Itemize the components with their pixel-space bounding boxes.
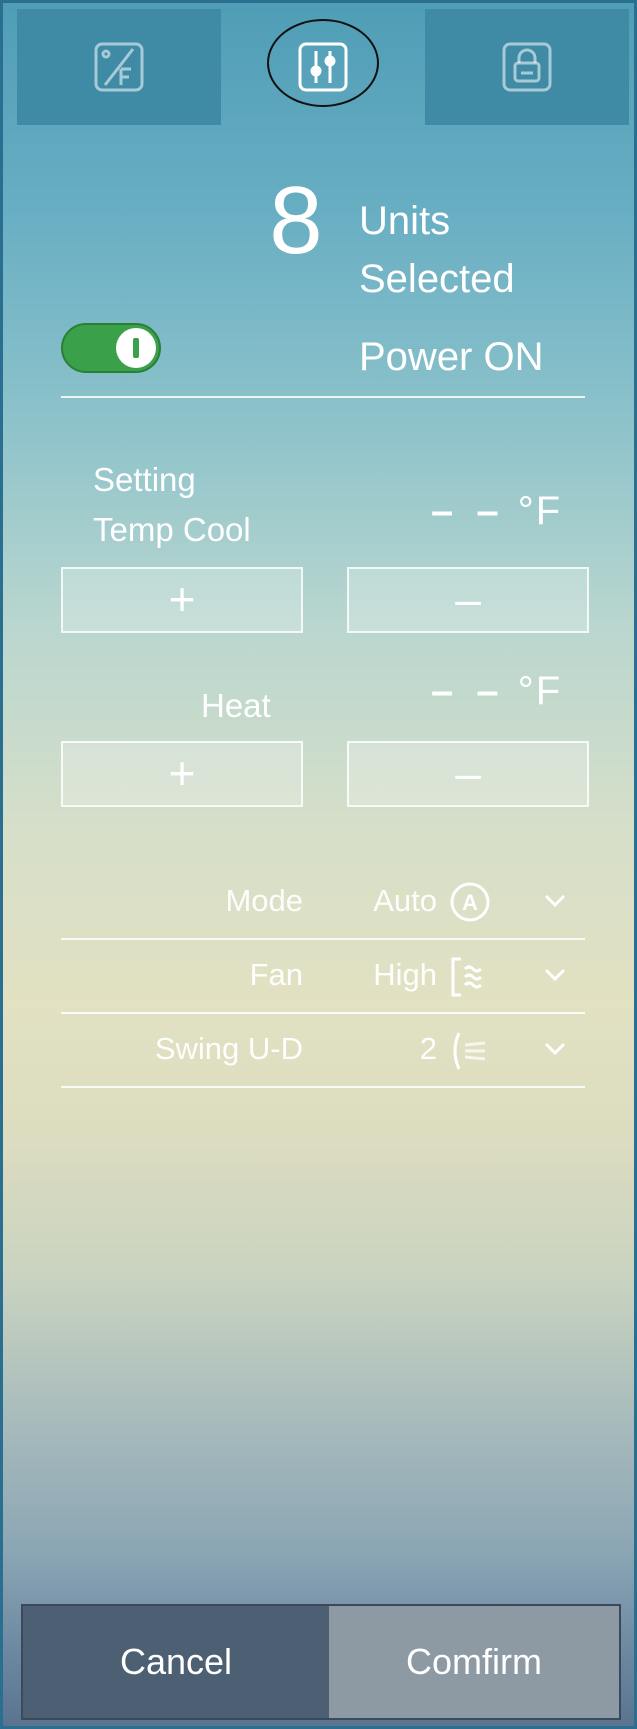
heat-temp-value: – – °F — [431, 669, 563, 713]
footer-actions: Cancel Comfirm — [21, 1604, 621, 1720]
swing-label: Swing U-D — [154, 1031, 303, 1066]
toggle-knob — [116, 328, 156, 368]
swing-value[interactable]: 2 — [347, 1031, 437, 1067]
heat-decrease-button[interactable]: – — [347, 741, 589, 807]
units-label: Units — [359, 199, 451, 243]
temp-cool-label: Temp Cool — [93, 511, 251, 548]
swing-icon — [449, 1029, 493, 1078]
units-count: 8 — [269, 167, 323, 274]
confirm-button[interactable]: Comfirm — [329, 1606, 619, 1718]
tab-settings[interactable] — [221, 9, 425, 125]
mode-chevron-down-icon[interactable] — [543, 891, 567, 916]
cancel-button[interactable]: Cancel — [23, 1606, 329, 1718]
heat-label: Heat — [201, 687, 271, 724]
cool-decrease-button[interactable]: – — [347, 567, 589, 633]
header-divider — [61, 396, 585, 398]
cool-temp-value: – – °F — [431, 489, 563, 533]
fan-label: Fan — [249, 957, 303, 992]
highlight-ring — [267, 19, 379, 107]
setting-label: Setting — [93, 461, 196, 498]
power-toggle[interactable] — [61, 323, 161, 373]
mode-label: Mode — [225, 883, 303, 918]
swing-divider — [61, 1086, 585, 1088]
auto-mode-icon: A — [449, 881, 491, 928]
mode-divider — [61, 938, 585, 940]
cool-increase-button[interactable]: + — [61, 567, 303, 633]
unit-control-panel: 8 Units Selected Power ON Setting Temp C… — [0, 0, 637, 1729]
swing-chevron-down-icon[interactable] — [543, 1039, 567, 1064]
fan-divider — [61, 1012, 585, 1014]
svg-text:A: A — [462, 890, 478, 915]
fan-value[interactable]: High — [347, 957, 437, 993]
fan-speed-icon — [449, 955, 493, 1004]
power-status: Power ON — [359, 335, 544, 379]
tab-temperature[interactable] — [17, 9, 221, 125]
mode-value[interactable]: Auto — [347, 883, 437, 919]
lock-icon — [501, 41, 553, 93]
tab-lock[interactable] — [425, 9, 629, 125]
tab-bar — [17, 9, 629, 125]
fan-chevron-down-icon[interactable] — [543, 965, 567, 990]
heat-increase-button[interactable]: + — [61, 741, 303, 807]
selected-label: Selected — [359, 257, 515, 301]
temperature-f-icon — [93, 41, 145, 93]
